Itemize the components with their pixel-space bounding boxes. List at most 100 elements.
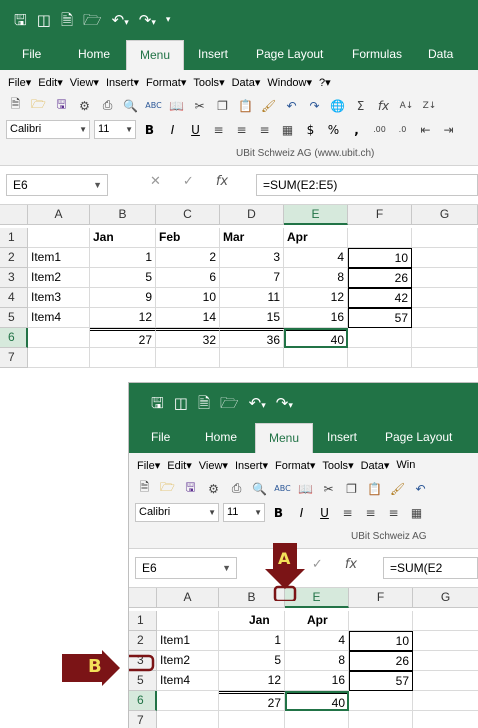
cell-c6[interactable]: 32 <box>156 328 220 348</box>
align-left-icon[interactable]: ≡ <box>338 503 357 522</box>
undo-icon[interactable]: ↶▾ <box>249 395 266 411</box>
italic-icon[interactable]: I <box>292 503 311 522</box>
row-header[interactable]: 6 <box>0 328 28 348</box>
copy-icon[interactable]: ❐ <box>342 479 361 498</box>
cell-b3[interactable]: 5 <box>90 268 156 288</box>
print-preview-icon[interactable]: 🔍 <box>250 479 269 498</box>
cell-b7[interactable] <box>219 711 285 728</box>
cell-b4[interactable]: 9 <box>90 288 156 308</box>
select-all-corner[interactable] <box>129 588 157 608</box>
menu-data[interactable]: Data▾ <box>232 76 261 89</box>
cancel-icon[interactable]: ✕ <box>150 174 161 189</box>
cut-icon[interactable]: ✂ <box>319 479 338 498</box>
formula-input[interactable]: =SUM(E2 <box>383 557 478 579</box>
cell-d5[interactable]: 15 <box>220 308 284 328</box>
print-icon[interactable]: ⎙ <box>98 96 117 115</box>
cell-c4[interactable]: 10 <box>156 288 220 308</box>
redo-icon[interactable]: ↷▾ <box>139 12 156 28</box>
cell-d2[interactable]: 3 <box>220 248 284 268</box>
open-icon[interactable]: 🗁 <box>158 479 177 498</box>
tab-home[interactable]: Home <box>205 423 237 453</box>
cell-f4[interactable]: 42 <box>348 288 412 308</box>
insert-function-icon[interactable]: fx <box>345 557 357 572</box>
open-icon[interactable]: 🗁 <box>29 96 48 115</box>
cell-d7[interactable] <box>220 348 284 368</box>
format-painter-icon[interactable]: 🖌 <box>388 479 407 498</box>
cell-f2[interactable]: 10 <box>348 248 412 268</box>
cell-a2[interactable]: Item1 <box>28 248 90 268</box>
tab-data[interactable]: Data <box>428 40 453 70</box>
row-header[interactable]: 7 <box>129 711 157 728</box>
merge-center-icon[interactable]: ▦ <box>407 503 426 522</box>
font-name-select[interactable]: Calibri ▼ <box>6 120 90 139</box>
cell-g1[interactable] <box>412 228 478 248</box>
italic-icon[interactable]: I <box>163 120 182 139</box>
cell-g1[interactable] <box>413 611 478 631</box>
menu-tools[interactable]: Tools▾ <box>193 76 224 89</box>
insert-function-icon[interactable]: fx <box>216 174 228 189</box>
cell-e6[interactable]: 40 <box>284 328 348 348</box>
cell-g4[interactable] <box>412 288 478 308</box>
font-name-select[interactable]: Calibri ▼ <box>135 503 219 522</box>
cell-g6[interactable] <box>413 691 478 711</box>
col-header-a[interactable]: A <box>157 588 219 608</box>
font-size-select[interactable]: 11 ▼ <box>94 120 136 139</box>
print-icon[interactable]: ⎙ <box>227 479 246 498</box>
spelling-icon[interactable]: ABC <box>144 96 163 115</box>
cell-f7[interactable] <box>348 348 412 368</box>
customize-qat-icon[interactable]: ▾ <box>166 15 171 25</box>
new-workbook-icon[interactable]: ◫ <box>174 395 188 411</box>
menu-tools[interactable]: Tools▾ <box>322 459 353 472</box>
cell-e2[interactable]: 4 <box>284 248 348 268</box>
spelling-icon[interactable]: ABC <box>273 479 292 498</box>
cell-g5[interactable] <box>413 671 478 691</box>
cell-c2[interactable]: 2 <box>156 248 220 268</box>
cell-f7[interactable] <box>349 711 413 728</box>
menu-file[interactable]: File▾ <box>137 459 160 472</box>
cell-a7[interactable] <box>28 348 90 368</box>
name-box[interactable]: E6 ▼ <box>135 557 237 579</box>
menu-format[interactable]: Format▾ <box>275 459 315 472</box>
new-icon[interactable]: 🗎 <box>135 479 154 498</box>
research-icon[interactable]: 📖 <box>296 479 315 498</box>
cell-e3[interactable]: 8 <box>285 651 349 671</box>
cell-a5[interactable]: Item4 <box>28 308 90 328</box>
save-icon[interactable]: 🖫 <box>181 479 200 498</box>
menu-window[interactable]: Win <box>396 459 415 472</box>
tab-file[interactable]: File <box>22 40 41 70</box>
col-header-g[interactable]: G <box>412 205 478 225</box>
sort-descending-icon[interactable]: Z↓ <box>420 96 439 115</box>
cell-c5[interactable]: 14 <box>156 308 220 328</box>
menu-edit[interactable]: Edit▾ <box>167 459 192 472</box>
align-left-icon[interactable]: ≡ <box>209 120 228 139</box>
col-header-f[interactable]: F <box>349 588 413 608</box>
save-icon[interactable]: 🖫 <box>14 12 27 28</box>
cell-g7[interactable] <box>412 348 478 368</box>
cell-g2[interactable] <box>412 248 478 268</box>
cell-a6[interactable] <box>28 328 90 348</box>
new-doc-icon[interactable]: 🗎 <box>61 12 73 28</box>
research-icon[interactable]: 📖 <box>167 96 186 115</box>
formula-input[interactable]: =SUM(E2:E5) <box>256 174 478 196</box>
tab-page-layout[interactable]: Page Layout <box>256 40 323 70</box>
permission-icon[interactable]: ⚙ <box>204 479 223 498</box>
align-right-icon[interactable]: ≡ <box>384 503 403 522</box>
new-workbook-icon[interactable]: ◫ <box>37 12 51 28</box>
percent-icon[interactable]: % <box>324 120 343 139</box>
cell-a6[interactable] <box>157 691 219 711</box>
cell-g2[interactable] <box>413 631 478 651</box>
row-header[interactable]: 3 <box>0 268 28 288</box>
tab-insert[interactable]: Insert <box>327 423 357 453</box>
hyperlink-icon[interactable]: 🌐 <box>328 96 347 115</box>
save-icon[interactable]: 🖫 <box>52 96 71 115</box>
cell-d4[interactable]: 11 <box>220 288 284 308</box>
increase-decimal-icon[interactable]: .00 <box>370 120 389 139</box>
font-size-select[interactable]: 11 ▼ <box>223 503 265 522</box>
cell-f5[interactable]: 57 <box>349 671 413 691</box>
print-preview-icon[interactable]: 🔍 <box>121 96 140 115</box>
underline-icon[interactable]: U <box>186 120 205 139</box>
align-right-icon[interactable]: ≡ <box>255 120 274 139</box>
cell-a1[interactable] <box>28 228 90 248</box>
undo-icon[interactable]: ↶ <box>411 479 430 498</box>
menu-view[interactable]: View▾ <box>70 76 99 89</box>
